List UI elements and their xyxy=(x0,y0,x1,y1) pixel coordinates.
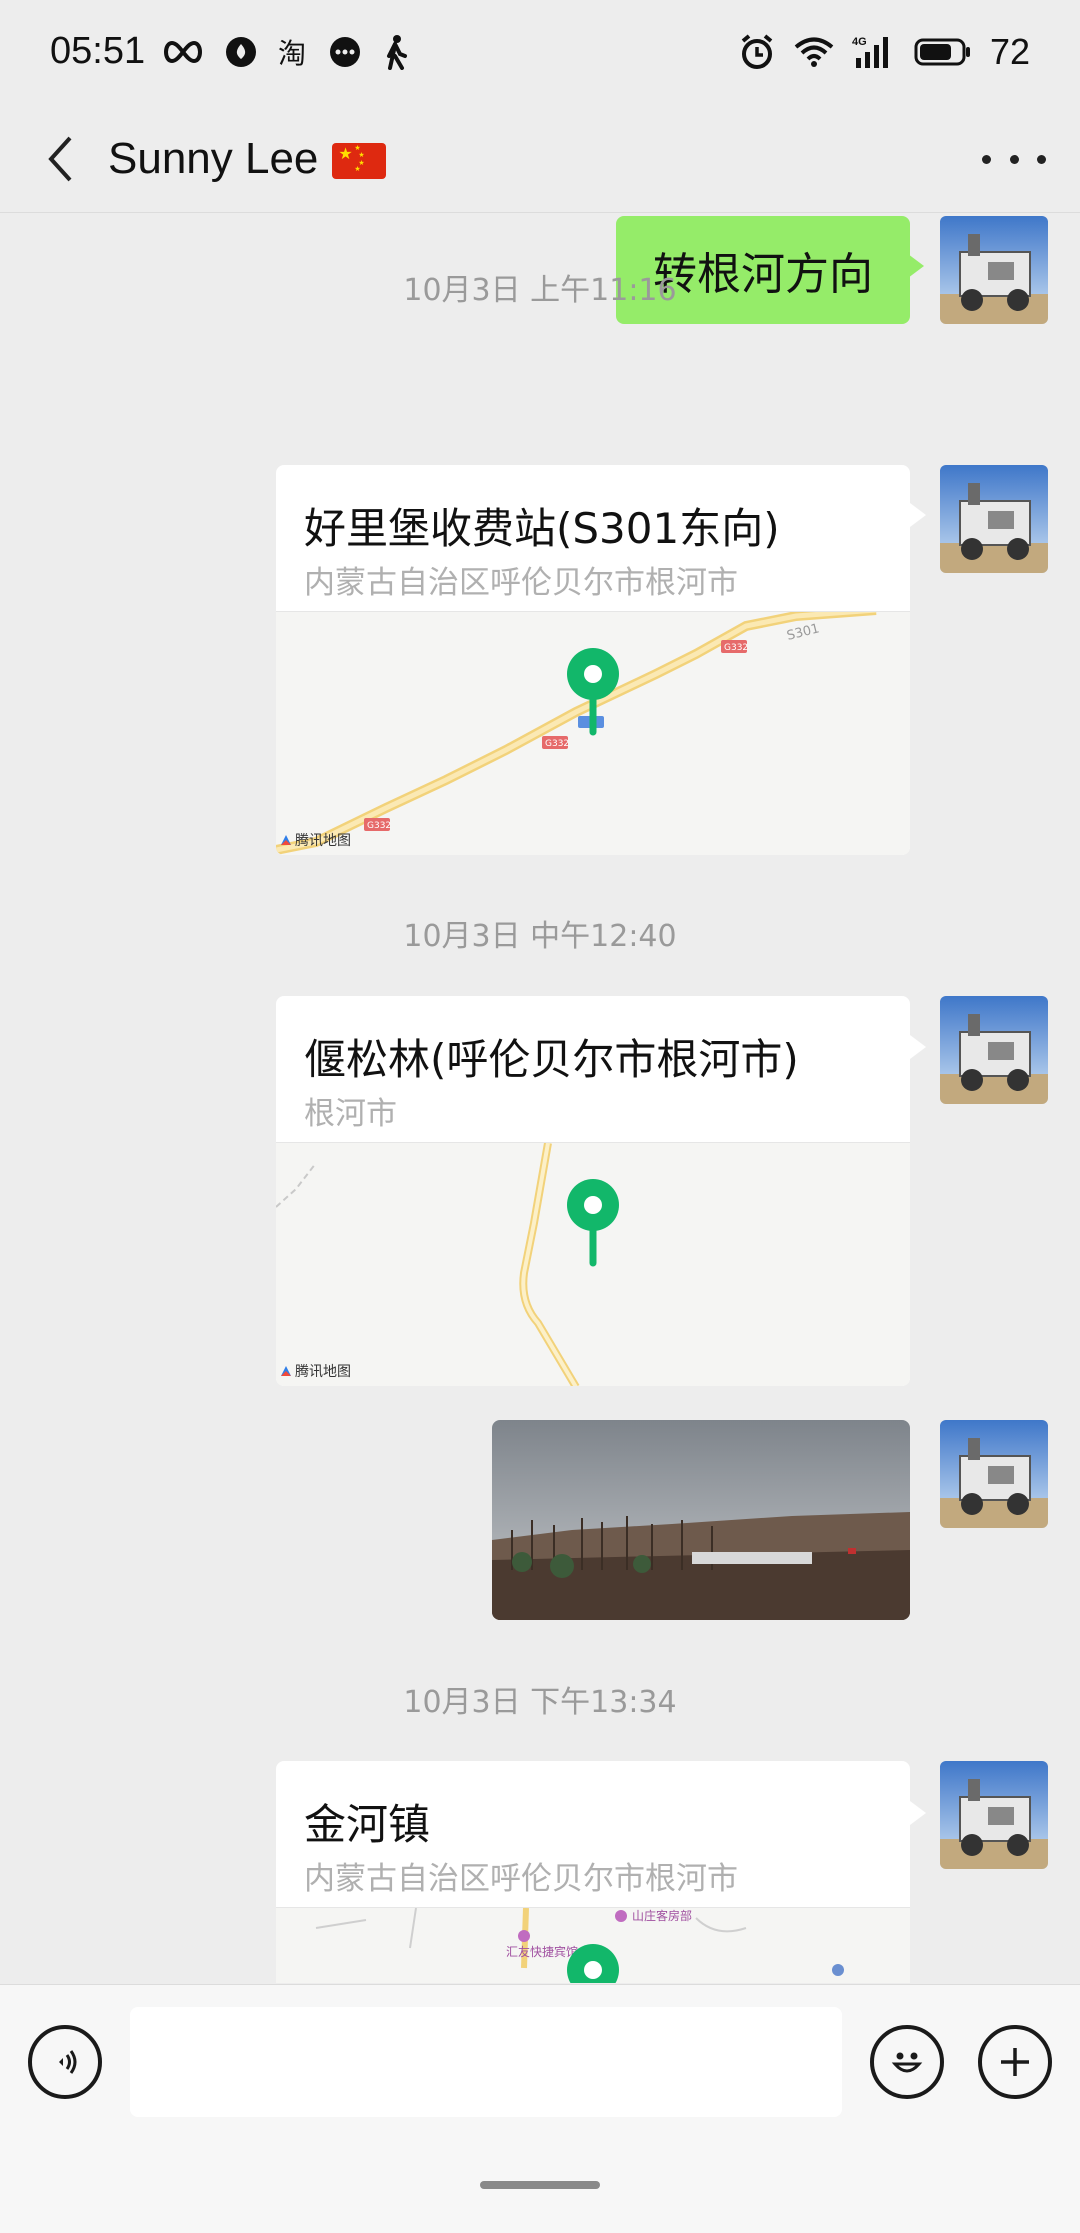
location-pin-icon xyxy=(567,1179,619,1267)
location-card[interactable]: 偃松林(呼伦贝尔市根河市) 根河市 腾讯地图 xyxy=(276,996,910,1386)
wifi-icon xyxy=(794,36,834,68)
bubble-tail xyxy=(910,503,926,527)
battery-level: 72 xyxy=(989,31,1030,72)
map-brand: 腾讯地图 xyxy=(280,830,351,850)
alarm-icon xyxy=(738,33,776,71)
location-map: S301 G332 G332 G332 腾讯地图 xyxy=(276,605,910,855)
location-map: 山庄客房部 汇友快捷宾馆 xyxy=(276,1907,910,1983)
smiley-icon xyxy=(891,2052,923,2073)
voice-icon xyxy=(59,2050,77,2074)
back-button[interactable] xyxy=(30,124,90,194)
location-card[interactable]: 金河镇 内蒙古自治区呼伦贝尔市根河市 山庄客房部 汇友快捷宾馆 xyxy=(276,1761,910,1983)
china-flag-icon: ★ ★ ★ ★ ★ xyxy=(332,143,387,180)
poi-label: 山庄客房部 xyxy=(632,1908,692,1923)
signal-4g-icon: 4G xyxy=(852,34,896,70)
status-time: 05:51 xyxy=(50,30,146,72)
location-address: 内蒙古自治区呼伦贝尔市根河市 xyxy=(304,1861,738,1897)
location-map: 腾讯地图 xyxy=(276,1142,910,1386)
taobao-icon: 淘 xyxy=(276,35,310,69)
my-avatar[interactable] xyxy=(940,1761,1048,1869)
landscape-photo-image xyxy=(492,1420,910,1620)
timestamp: 10月3日 下午13:34 xyxy=(403,1685,677,1720)
road-label: G332 xyxy=(724,643,748,653)
more-functions-button[interactable] xyxy=(978,2025,1052,2099)
location-address: 根河市 xyxy=(304,1096,397,1132)
my-avatar[interactable] xyxy=(940,465,1048,573)
status-bar: 05:51 淘 4G 72 xyxy=(0,0,1080,108)
chat-bubble-icon xyxy=(328,35,362,69)
message-list[interactable]: 转根河方向 10月3日 上午11:16 好里堡收费站(S301东向) 内蒙古自治… xyxy=(0,213,1080,1983)
tencent-map-logo-icon xyxy=(281,835,291,845)
message-input[interactable] xyxy=(130,2007,842,2117)
contact-name: Sunny Lee xyxy=(108,134,319,183)
road-label: S301 xyxy=(785,621,821,644)
map-brand: 腾讯地图 xyxy=(280,1361,351,1381)
more-options-button[interactable] xyxy=(982,134,1046,184)
sent-photo[interactable] xyxy=(492,1420,910,1620)
location-address: 内蒙古自治区呼伦贝尔市根河市 xyxy=(304,565,738,601)
walking-icon xyxy=(380,34,410,70)
location-pin-icon xyxy=(567,1944,619,1983)
app-drop-icon xyxy=(224,35,258,69)
status-icons-left: 淘 xyxy=(160,30,410,74)
battery-icon xyxy=(914,37,972,67)
location-title: 金河镇 xyxy=(304,1800,431,1849)
more-dot-icon xyxy=(1037,154,1046,164)
road-label: G332 xyxy=(367,821,391,831)
location-title: 偃松林(呼伦贝尔市根河市) xyxy=(304,1035,799,1084)
road-label: G332 xyxy=(545,739,569,749)
network-label: 4G xyxy=(852,36,867,48)
status-icons-right: 4G 72 xyxy=(738,30,1030,74)
timestamp: 10月3日 中午12:40 xyxy=(403,919,677,954)
timestamp: 10月3日 上午11:16 xyxy=(403,273,677,308)
location-title: 好里堡收费站(S301东向) xyxy=(304,504,780,553)
location-card[interactable]: 好里堡收费站(S301东向) 内蒙古自治区呼伦贝尔市根河市 S301 G332 … xyxy=(276,465,910,855)
home-indicator[interactable] xyxy=(480,2181,600,2189)
voice-input-button[interactable] xyxy=(28,2025,102,2099)
more-dot-icon xyxy=(1009,154,1019,164)
tencent-map-logo-icon xyxy=(281,1366,291,1376)
chevron-left-icon xyxy=(48,136,72,182)
input-bar xyxy=(0,1984,1080,2233)
chat-title[interactable]: Sunny Lee ★ ★ ★ ★ ★ xyxy=(108,124,387,194)
bubble-tail xyxy=(910,1035,926,1059)
chat-header: Sunny Lee ★ ★ ★ ★ ★ xyxy=(0,108,1080,213)
svg-text:淘: 淘 xyxy=(278,37,306,69)
plus-icon xyxy=(1001,2048,1029,2076)
my-avatar[interactable] xyxy=(940,1420,1048,1528)
my-avatar[interactable] xyxy=(940,996,1048,1104)
bubble-tail xyxy=(910,1801,926,1825)
more-dot-icon xyxy=(982,154,991,164)
location-pin-icon xyxy=(567,648,619,736)
infinity-icon xyxy=(160,38,206,66)
emoji-button[interactable] xyxy=(870,2025,944,2099)
